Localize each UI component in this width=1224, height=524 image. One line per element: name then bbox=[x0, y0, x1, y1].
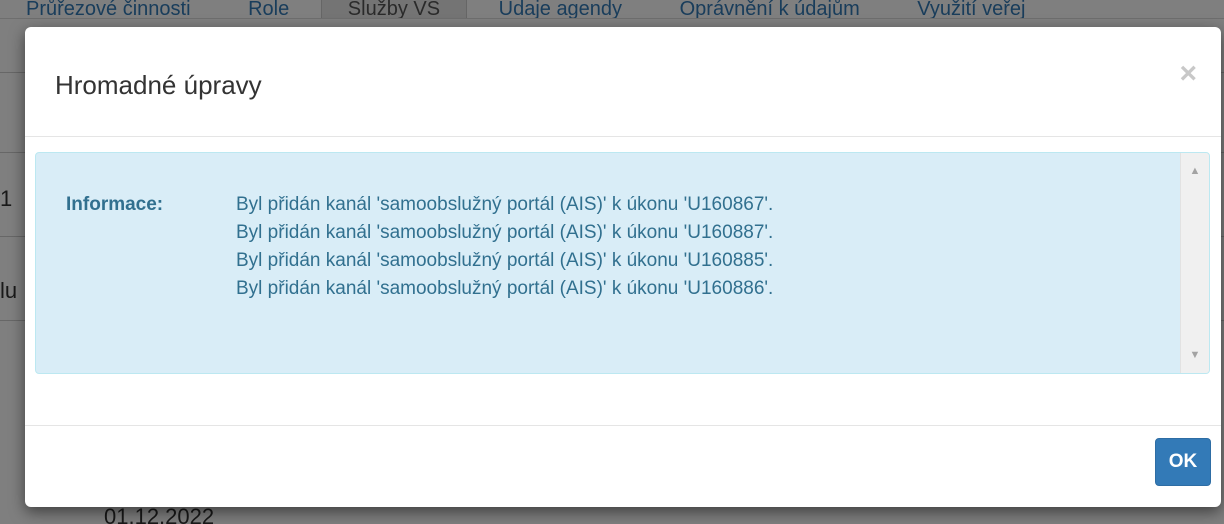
bulk-edit-dialog: Hromadné úpravy × Informace: Byl přidán … bbox=[25, 27, 1221, 507]
ok-button[interactable]: OK bbox=[1155, 438, 1211, 486]
info-message: Byl přidán kanál 'samoobslužný portál (A… bbox=[236, 278, 774, 299]
scroll-down-arrow-icon[interactable]: ▼ bbox=[1181, 343, 1209, 367]
dialog-body: Informace: Byl přidán kanál 'samoobslužn… bbox=[25, 137, 1221, 425]
dialog-header: Hromadné úpravy × bbox=[25, 27, 1221, 137]
dialog-footer: OK bbox=[25, 425, 1221, 507]
scroll-up-arrow-icon[interactable]: ▲ bbox=[1181, 159, 1209, 183]
close-icon[interactable]: × bbox=[1179, 59, 1197, 89]
dialog-title: Hromadné úpravy bbox=[55, 70, 262, 100]
info-label: Informace: bbox=[66, 194, 164, 215]
info-alert: Informace: Byl přidán kanál 'samoobslužn… bbox=[35, 152, 1210, 374]
info-message-list: Byl přidán kanál 'samoobslužný portál (A… bbox=[236, 191, 773, 303]
info-message: Byl přidán kanál 'samoobslužný portál (A… bbox=[236, 250, 774, 271]
info-message: Byl přidán kanál 'samoobslužný portál (A… bbox=[236, 194, 774, 215]
info-message: Byl přidán kanál 'samoobslužný portál (A… bbox=[236, 222, 774, 243]
alert-scrollbar[interactable]: ▲ ▼ bbox=[1180, 153, 1209, 373]
